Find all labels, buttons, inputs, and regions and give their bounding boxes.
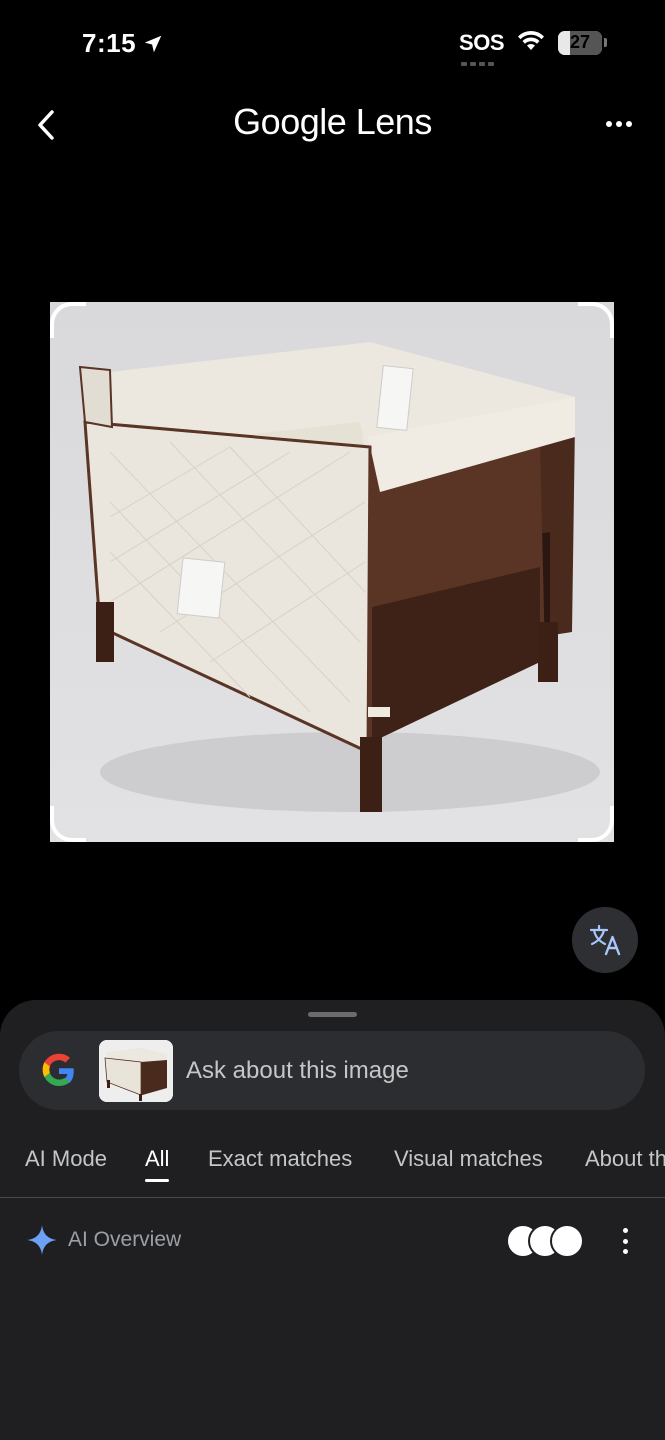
translate-icon xyxy=(589,924,621,956)
drag-handle[interactable] xyxy=(308,1012,357,1017)
bassinet-thumbnail xyxy=(99,1040,173,1102)
results-sheet[interactable]: Ask about this image AI Mode All Exact m… xyxy=(0,1000,665,1440)
battery-indicator: 27 xyxy=(558,30,607,55)
app-header: Google Lens xyxy=(0,95,665,155)
analyzed-image[interactable] xyxy=(50,302,614,842)
battery-body: 27 xyxy=(558,30,602,55)
sos-indicator: SOS xyxy=(459,29,504,66)
sos-text: SOS xyxy=(459,29,504,55)
status-time: 7:15 xyxy=(82,28,164,59)
battery-percent: 27 xyxy=(569,32,591,52)
image-thumbnail[interactable] xyxy=(99,1040,173,1102)
battery-level xyxy=(558,30,570,55)
status-indicators: SOS 27 xyxy=(459,28,607,66)
location-arrow-icon xyxy=(144,35,162,52)
page-title: Google Lens xyxy=(233,101,432,142)
ai-overview-header: AI Overview xyxy=(0,1220,665,1264)
tab-about-this-image[interactable]: About this image xyxy=(585,1146,665,1172)
more-options-button[interactable] xyxy=(601,109,637,139)
source-avatars[interactable] xyxy=(506,1224,586,1258)
bassinet-image xyxy=(50,302,614,842)
search-bar[interactable]: Ask about this image xyxy=(19,1031,645,1110)
tab-all[interactable]: All xyxy=(145,1146,170,1182)
google-g-icon xyxy=(42,1053,74,1086)
tab-ai-mode[interactable]: AI Mode xyxy=(25,1146,107,1172)
gemini-spark-icon xyxy=(27,1225,57,1255)
translate-button[interactable] xyxy=(572,907,638,973)
battery-cap xyxy=(604,38,607,47)
signal-dots xyxy=(461,61,495,66)
source-avatar xyxy=(550,1224,584,1258)
wifi-icon xyxy=(516,28,546,57)
search-input[interactable]: Ask about this image xyxy=(186,1057,409,1085)
results-tabs: AI Mode All Exact matches Visual matches… xyxy=(0,1140,665,1198)
tab-visual-matches[interactable]: Visual matches xyxy=(394,1146,543,1172)
tab-exact-matches[interactable]: Exact matches xyxy=(208,1146,352,1172)
ai-overview-label: AI Overview xyxy=(68,1228,182,1251)
more-vertical-icon[interactable] xyxy=(620,1228,630,1254)
more-horizontal-icon xyxy=(606,121,612,127)
status-bar: 7:15 SOS 27 xyxy=(0,0,665,90)
time-text: 7:15 xyxy=(82,28,137,58)
